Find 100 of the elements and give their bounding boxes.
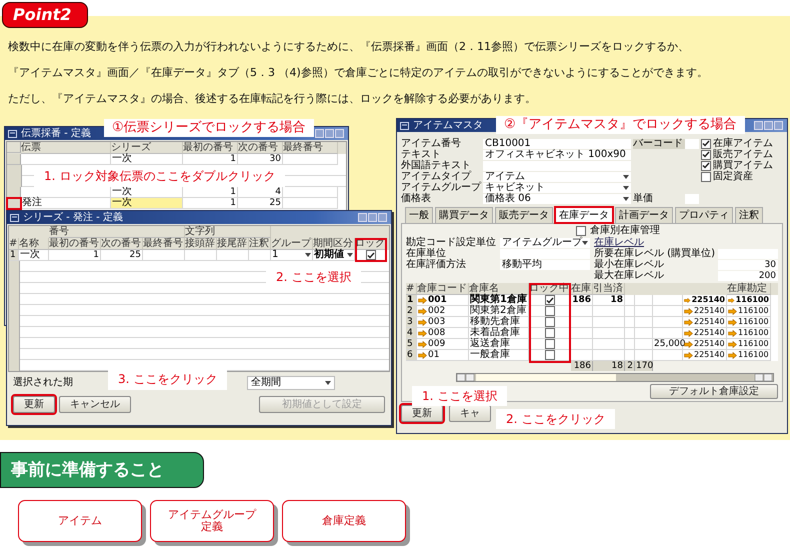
caret-icon <box>623 186 629 190</box>
row-number: 6 <box>406 350 417 361</box>
dropdown[interactable]: アイテム <box>483 172 631 182</box>
table-cell: 003 <box>428 317 446 327</box>
table-cell: 一般倉庫 <box>469 350 529 361</box>
input-field[interactable]: 200 <box>718 270 778 280</box>
input-field[interactable] <box>685 194 699 204</box>
window-title: アイテムマスタ <box>413 120 483 132</box>
period-dropdown[interactable]: 全期間 <box>247 376 335 390</box>
table-cell: 25 <box>238 198 283 209</box>
window-controls-icon[interactable] <box>754 121 784 130</box>
checkbox[interactable] <box>701 150 711 160</box>
table-row[interactable]: 5 009 返送倉庫 25,000 225140 116100 <box>406 339 778 350</box>
window-controls-icon[interactable] <box>358 213 388 222</box>
table-cell: 225140 <box>694 350 725 360</box>
window-button[interactable]: キャンセル <box>59 396 131 413</box>
checkbox[interactable] <box>544 306 554 316</box>
checkbox[interactable] <box>701 172 711 182</box>
tab[interactable]: プロパティ <box>675 207 733 223</box>
checkbox-label: 倉庫別在庫管理 <box>590 226 660 236</box>
field-label: バーコード <box>633 138 685 148</box>
field-label: 所要在庫レベル (購買単位) <box>594 248 716 258</box>
checkbox[interactable] <box>366 250 376 260</box>
window-menu-icon[interactable] <box>8 130 17 138</box>
table-row[interactable]: 3 003 移動先倉庫 225140 116100 <box>406 317 778 328</box>
tab[interactable]: 計画データ <box>615 207 673 223</box>
table-cell: 1 <box>183 198 238 209</box>
field-label: 外国語テキスト <box>401 160 471 170</box>
table-cell: 116100 <box>738 339 769 349</box>
field-label: 在庫評価方法 <box>406 260 467 270</box>
table-cell: 1 <box>49 250 101 261</box>
checkbox-label: 在庫アイテム <box>713 138 773 148</box>
scrollbar[interactable] <box>456 373 774 382</box>
default-warehouse-button[interactable]: デフォルト倉庫設定 <box>650 384 778 399</box>
input-field[interactable] <box>685 138 699 148</box>
dropdown[interactable]: アイテムグループ <box>500 238 590 248</box>
window-button[interactable]: 更新 <box>13 396 55 413</box>
checkbox[interactable] <box>544 339 554 349</box>
table-row[interactable]: 1 001 関東第1倉庫 186 18 225140 116100 <box>406 295 778 306</box>
row-number: 1 <box>406 295 417 306</box>
highlight-frame <box>355 238 387 262</box>
row-number: 3 <box>406 317 417 328</box>
dropdown[interactable]: 1 <box>271 250 313 261</box>
table-row[interactable]: 4 008 未着品倉庫 225140 116100 <box>406 328 778 339</box>
tab[interactable]: 一般 <box>405 207 433 223</box>
caret-icon <box>623 196 629 200</box>
caption-label: ②『アイテムマスタ』でロックする場合 <box>496 116 745 134</box>
table-row[interactable]: 一次 1 4 <box>7 187 346 198</box>
field-label: 在庫単位 <box>406 248 447 258</box>
checkbox[interactable] <box>544 295 554 305</box>
field-label: 最大在庫レベル <box>594 270 665 280</box>
window-button[interactable]: キャ <box>449 405 491 422</box>
input-field[interactable]: 30 <box>718 260 778 270</box>
point-badge: Point2 <box>2 2 88 28</box>
callout-label: 3. ここをクリック <box>108 368 228 390</box>
table-row[interactable]: 発注 一次 1 25 <box>7 198 346 209</box>
table-row[interactable]: 一次 1 30 <box>7 154 346 165</box>
link[interactable]: 在庫レベル <box>594 238 644 248</box>
intro-line: ただし、『アイテムマスタ』の場合、後述する在庫転記を行う際には、ロックを解除する必要があります。 <box>8 91 537 107</box>
row-number: 4 <box>406 328 417 339</box>
checkbox[interactable] <box>701 160 711 170</box>
tab[interactable]: 販売データ <box>495 207 553 223</box>
table-cell: 116100 <box>738 328 769 338</box>
window-button[interactable]: 更新 <box>401 405 443 422</box>
tab[interactable]: 在庫データ <box>555 207 613 223</box>
table-row[interactable]: 6 01 一般倉庫 225140 116100 <box>406 350 778 361</box>
table-row[interactable]: 2 002 関東第2倉庫 225140 116100 <box>406 306 778 317</box>
row-header[interactable] <box>7 187 21 198</box>
row-number: 2 <box>406 306 417 317</box>
field-label: 最小在庫レベル <box>594 260 665 270</box>
caret-icon <box>623 174 629 178</box>
dropdown[interactable]: 価格表 06 <box>483 194 631 204</box>
dropdown[interactable]: 初期値 <box>313 250 355 261</box>
checkbox[interactable] <box>544 328 554 338</box>
row-header[interactable] <box>7 198 21 209</box>
intro-line: 検数中に在庫の変動を伴う伝票の入力が行われないようにするために、『伝票採番』画面（2．11参照）で伝票シリーズをロックするか、 <box>8 39 690 55</box>
field-label: アイテム番号 <box>401 138 462 148</box>
window-controls-icon[interactable] <box>315 129 345 138</box>
checkbox-label: 販売アイテム <box>713 150 773 160</box>
input-field[interactable]: オフィスキャビネット 100x90 <box>483 150 631 160</box>
tab[interactable]: 購買データ <box>435 207 493 223</box>
input-field[interactable]: CB10001 <box>483 138 631 148</box>
field-label: 単価 <box>633 194 654 204</box>
checkbox[interactable] <box>701 138 711 148</box>
checkbox[interactable] <box>544 350 554 360</box>
field-label: アイテムグループ <box>401 182 482 192</box>
input-field[interactable]: 移動平均 <box>500 260 590 270</box>
tab[interactable]: 注釈 <box>735 207 763 223</box>
checkbox[interactable] <box>576 226 586 236</box>
checkbox[interactable] <box>544 317 554 327</box>
intro-line: 『アイテムマスタ』画面／『在庫データ』タブ（5．3 （4)参照）で倉庫ごとに特定のアイテムの取引ができないようにすることができます。 <box>8 65 709 81</box>
row-number: 5 <box>406 339 417 350</box>
dropdown[interactable]: キャビネット <box>483 182 631 192</box>
window-menu-icon[interactable] <box>10 214 19 222</box>
table-cell: 116100 <box>738 350 769 360</box>
table-row[interactable]: 1 一次 1 25 1 初期値 <box>9 250 389 261</box>
window-menu-icon[interactable] <box>400 122 409 130</box>
input-field[interactable] <box>483 160 631 170</box>
checkbox-label: 固定資産 <box>713 172 753 182</box>
caret-icon <box>325 381 331 385</box>
